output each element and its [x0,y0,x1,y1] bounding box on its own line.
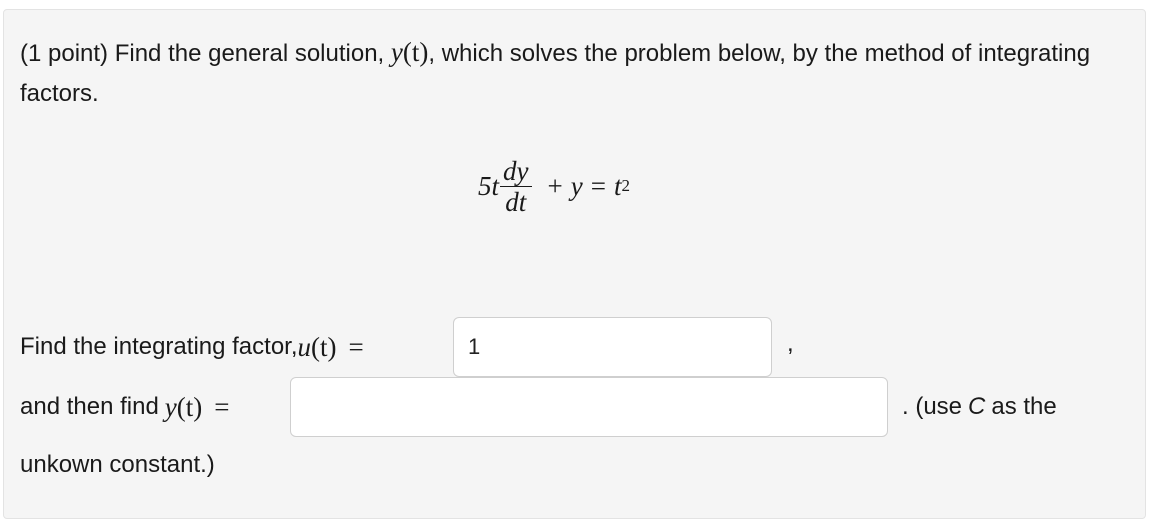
derivative-fraction: dy dt [500,155,532,217]
solution-row: and then find y (t) = [20,377,230,437]
general-solution-input[interactable] [290,377,888,437]
differential-equation: 5t dy dt + y = t2 [478,148,630,224]
trailing-comma: , [787,330,794,357]
u-function-arg: (t) [311,331,337,362]
u-function-var: u [297,331,312,362]
integrating-factor-label: Find the integrating factor, [20,333,298,360]
fraction-denominator: dt [505,186,527,217]
equation-y: y [570,170,583,201]
equation-coefficient: 5t [478,170,500,201]
rhs-base: t [613,170,622,201]
constant-note-pre: . (use [902,393,963,420]
integrating-factor-input[interactable] [453,317,772,377]
u-equals: = [348,331,364,362]
problem-panel: (1 point) Find the general solution, y(t… [3,9,1146,519]
y-solution-var: y [164,391,177,422]
constant-note: . (use C as the [902,377,1057,437]
y-equals: = [214,391,230,422]
solution-label: and then find [20,393,159,420]
rhs-exponent: 2 [621,176,630,195]
y-function-arg: (t) [402,37,429,67]
plus-sign: + [547,170,563,201]
problem-statement: (1 point) Find the general solution, y(t… [20,32,1130,114]
integrating-factor-row: Find the integrating factor, u (t) = [20,317,364,377]
y-solution-arg: (t) [176,391,203,422]
constant-symbol: C [968,393,986,420]
constant-note-post: as the [991,393,1057,420]
constant-note-row: unkown constant.) [20,437,215,493]
y-function-var: y [390,37,403,67]
problem-prefix: (1 point) Find the general solution, [20,40,391,67]
equals-sign: = [590,170,606,201]
fraction-numerator: dy [503,155,529,186]
constant-note-continuation: unkown constant.) [20,451,215,478]
